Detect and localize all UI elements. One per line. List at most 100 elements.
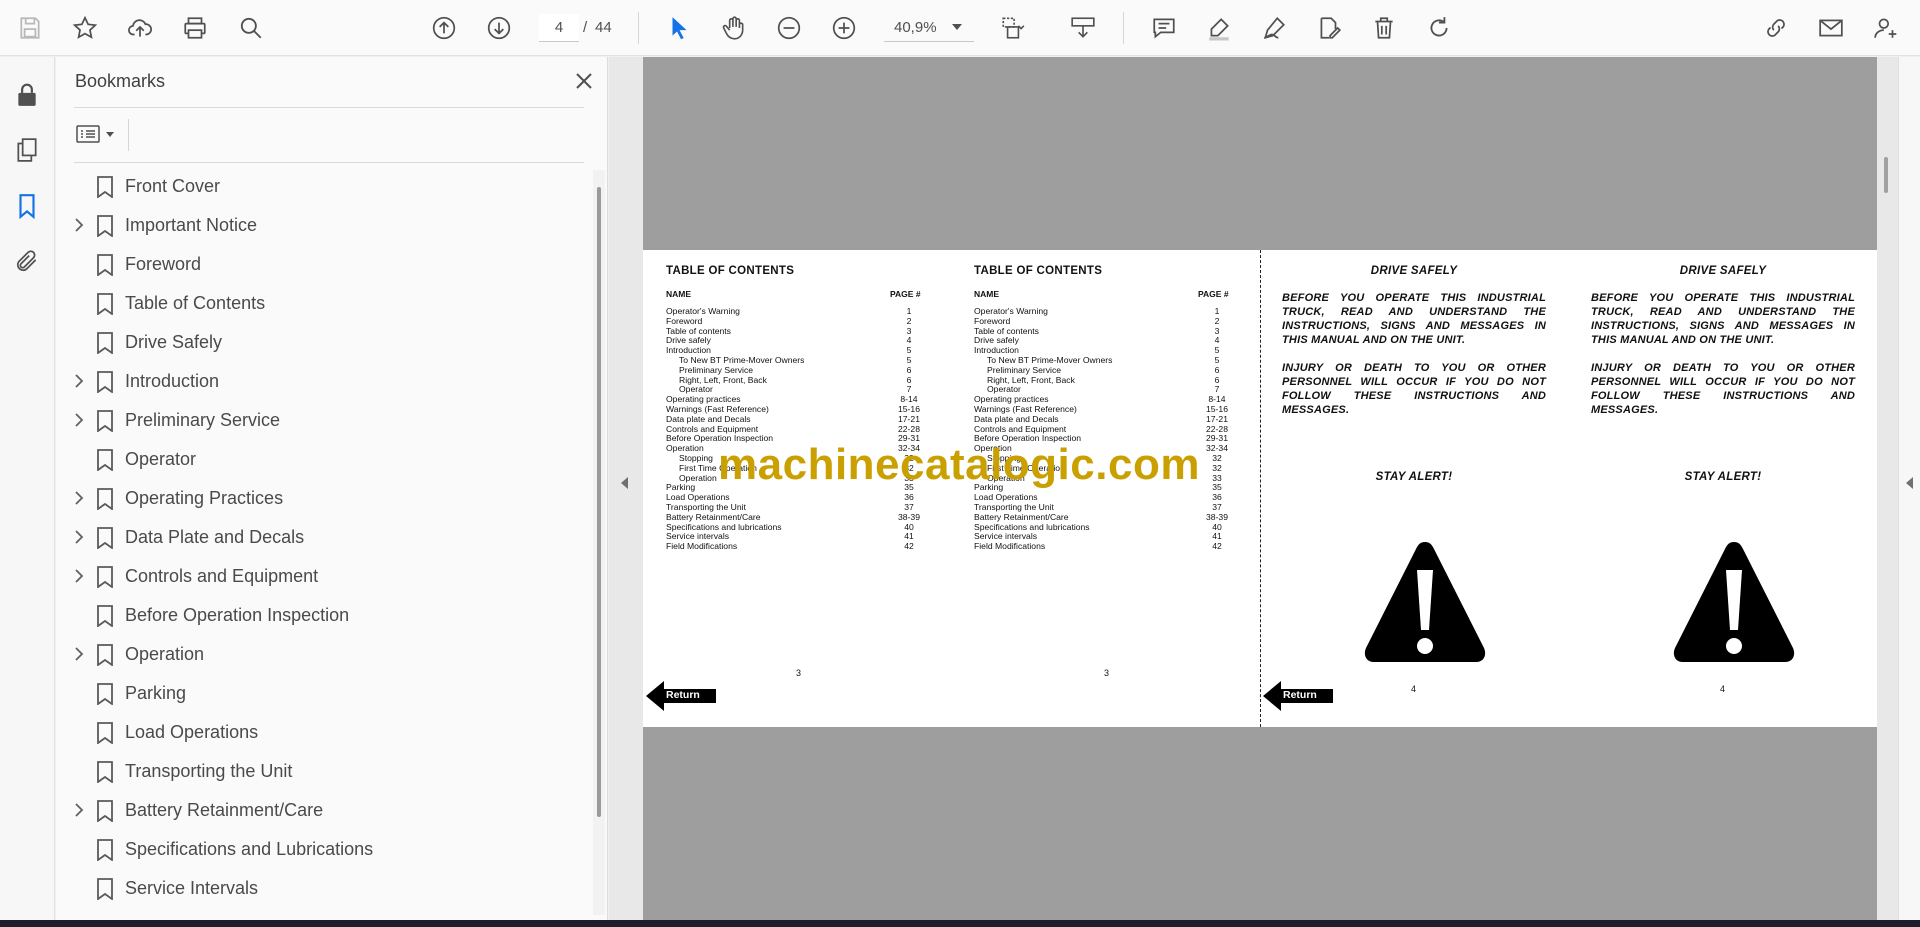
- comment-icon[interactable]: [1146, 10, 1182, 46]
- bookmark-item[interactable]: Specifications and Lubrications: [56, 830, 586, 869]
- expand-chevron-icon[interactable]: [71, 529, 87, 545]
- bookmark-item[interactable]: Drive Safely: [56, 323, 586, 362]
- bookmark-item[interactable]: Operating Practices: [56, 479, 586, 518]
- pdf-viewer-window: 4 / 44 40,9% Bookmarks Front Cover Impor…: [0, 0, 1920, 927]
- bookmark-item[interactable]: Foreword: [56, 245, 586, 284]
- bookmark-icon: [97, 722, 113, 744]
- toc-entry-page: 42: [904, 541, 914, 552]
- panel-divider: [128, 119, 129, 151]
- document-scrollbar[interactable]: [1884, 157, 1888, 193]
- bookmark-item[interactable]: Load Operations: [56, 713, 586, 752]
- watermark-text: machinecatalogic.com: [718, 440, 1200, 489]
- bookmark-options-button[interactable]: [76, 119, 122, 149]
- previous-page-icon[interactable]: [426, 10, 462, 46]
- star-icon[interactable]: [67, 10, 103, 46]
- bookmark-icon: [97, 800, 113, 822]
- bookmark-item[interactable]: Battery Retainment/Care: [56, 791, 586, 830]
- bookmark-icon: [97, 215, 113, 237]
- return-label: Return: [1283, 689, 1317, 701]
- bookmark-item[interactable]: Table of Contents: [56, 284, 586, 323]
- bookmark-item[interactable]: Transporting the Unit: [56, 752, 586, 791]
- safety-paragraph: INJURY OR DEATH TO YOU OR OTHER PERSONNE…: [1282, 362, 1546, 416]
- bookmarks-panel-title: Bookmarks: [75, 71, 166, 91]
- safety-paragraph: BEFORE YOU OPERATE THIS INDUSTRIAL TRUCK…: [1282, 292, 1546, 346]
- bookmark-label: Preliminary Service: [125, 410, 281, 430]
- upload-cloud-icon[interactable]: [122, 10, 158, 46]
- lock-icon[interactable]: [9, 77, 45, 113]
- bookmark-icon: [97, 371, 113, 393]
- share-link-icon[interactable]: [1758, 10, 1794, 46]
- add-user-icon[interactable]: [1868, 10, 1904, 46]
- save-icon[interactable]: [12, 10, 48, 46]
- toc-title: TABLE OF CONTENTS: [974, 265, 1103, 277]
- bookmark-item[interactable]: Operator: [56, 440, 586, 479]
- delete-trash-icon[interactable]: [1366, 10, 1402, 46]
- page-number-input[interactable]: 4: [539, 14, 579, 42]
- warning-triangle-icon: [1673, 542, 1795, 662]
- search-zoom-icon[interactable]: [233, 10, 269, 46]
- close-panel-icon[interactable]: [570, 67, 598, 95]
- page-thumbnails-icon[interactable]: [9, 132, 45, 168]
- taskbar-edge: [0, 920, 1920, 927]
- toc-row[interactable]: Field Modifications 42: [974, 541, 1234, 552]
- bookmarks-panel-icon[interactable]: [9, 188, 45, 224]
- print-icon[interactable]: [177, 10, 213, 46]
- bookmark-label: Operation: [125, 644, 205, 664]
- scroll-mode-icon[interactable]: [1065, 10, 1101, 46]
- bookmark-item[interactable]: Preliminary Service: [56, 401, 586, 440]
- bookmark-icon: [97, 293, 113, 315]
- next-page-icon[interactable]: [481, 10, 517, 46]
- toc-row[interactable]: Operator's Warning 1: [974, 306, 1234, 317]
- email-icon[interactable]: [1813, 10, 1849, 46]
- expand-chevron-icon[interactable]: [71, 646, 87, 662]
- return-button[interactable]: Return: [1263, 679, 1335, 713]
- bookmark-icon: [97, 605, 113, 627]
- bookmark-item[interactable]: Data Plate and Decals: [56, 518, 586, 557]
- bookmark-icon: [97, 254, 113, 276]
- stay-alert-heading: STAY ALERT!: [1375, 471, 1453, 483]
- bookmark-icon: [97, 410, 113, 432]
- rotate-icon[interactable]: [1421, 10, 1457, 46]
- bookmark-label: Table of Contents: [125, 293, 266, 313]
- bookmark-icon: [97, 449, 113, 471]
- bookmark-item[interactable]: Before Operation Inspection: [56, 596, 586, 635]
- zoom-in-icon[interactable]: [826, 10, 862, 46]
- bookmark-item[interactable]: Front Cover: [56, 167, 586, 206]
- bookmark-item[interactable]: Parking: [56, 674, 586, 713]
- bookmark-item[interactable]: Service Intervals: [56, 869, 586, 908]
- right-rail: [1898, 57, 1920, 923]
- bookmark-label: Operating Practices: [125, 488, 284, 508]
- zoom-dropdown-caret-icon[interactable]: [952, 24, 962, 30]
- bookmark-item[interactable]: Controls and Equipment: [56, 557, 586, 596]
- expand-chevron-icon[interactable]: [71, 412, 87, 428]
- hand-tool-icon[interactable]: [716, 10, 752, 46]
- draw-pen-icon[interactable]: [1256, 10, 1292, 46]
- toc-row[interactable]: Operator's Warning 1: [666, 306, 926, 317]
- attachments-paperclip-icon[interactable]: [9, 243, 45, 279]
- page-fit-icon[interactable]: [995, 10, 1031, 46]
- toc-entry-name: Field Modifications: [666, 541, 738, 552]
- page-number: 4: [1411, 684, 1417, 694]
- bookmarks-scrollbar[interactable]: [597, 187, 601, 817]
- toc-row[interactable]: Field Modifications 42: [666, 541, 926, 552]
- drive-safely-column: DRIVE SAFELY BEFORE YOU OPERATE THIS IND…: [1591, 265, 1855, 694]
- expand-right-panel-icon[interactable]: [1906, 477, 1913, 489]
- highlight-pen-icon[interactable]: [1201, 10, 1237, 46]
- bookmark-item[interactable]: Operation: [56, 635, 586, 674]
- bookmark-label: Load Operations: [125, 722, 259, 742]
- return-button[interactable]: Return: [646, 679, 718, 713]
- expand-chevron-icon[interactable]: [71, 490, 87, 506]
- select-cursor-icon[interactable]: [661, 10, 697, 46]
- bookmark-item[interactable]: Introduction: [56, 362, 586, 401]
- bookmark-icon: [97, 566, 113, 588]
- bookmark-label: Important Notice: [125, 215, 258, 235]
- collapse-left-panel-icon[interactable]: [621, 477, 628, 489]
- expand-chevron-icon[interactable]: [71, 373, 87, 389]
- page-number: 3: [1104, 668, 1110, 678]
- edit-document-icon[interactable]: [1311, 10, 1347, 46]
- expand-chevron-icon[interactable]: [71, 217, 87, 233]
- zoom-out-icon[interactable]: [771, 10, 807, 46]
- bookmark-item[interactable]: Important Notice: [56, 206, 586, 245]
- expand-chevron-icon[interactable]: [71, 802, 87, 818]
- expand-chevron-icon[interactable]: [71, 568, 87, 584]
